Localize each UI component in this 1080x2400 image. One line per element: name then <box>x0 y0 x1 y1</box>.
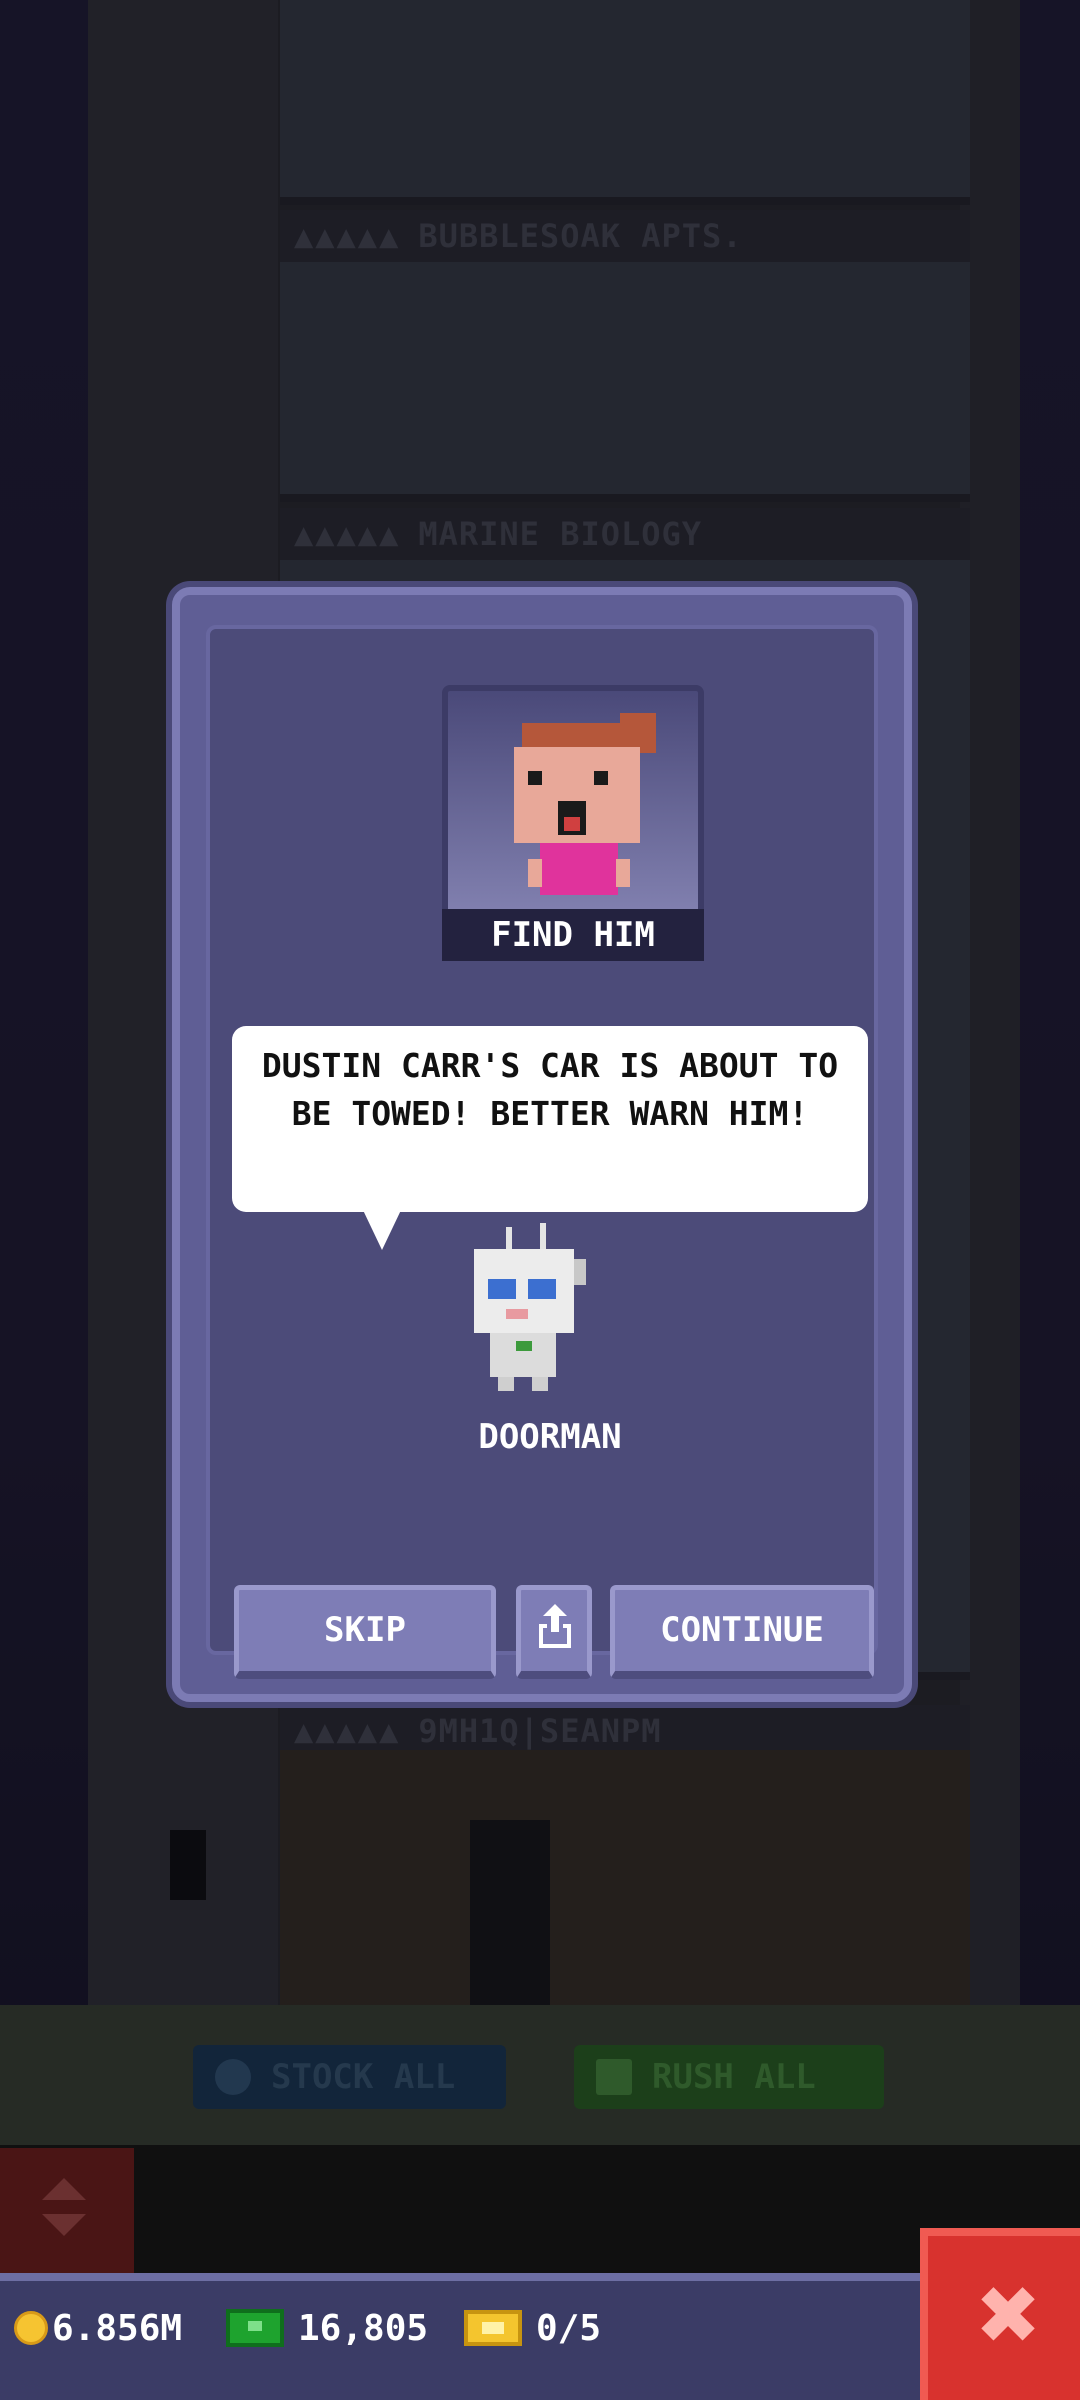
mission-dialog: FIND HIM DUSTIN CARR'S CAR IS ABOUT TO B… <box>172 587 912 1702</box>
rush-icon <box>596 2059 632 2095</box>
elevator-up-icon <box>42 2178 86 2200</box>
elevator-strip <box>0 2145 1080 2273</box>
tickets-counter: 0/5 <box>464 2303 601 2353</box>
bux-counter: 16,805 <box>226 2303 428 2353</box>
dialog-panel: FIND HIM DUSTIN CARR'S CAR IS ABOUT TO B… <box>206 625 878 1679</box>
share-icon <box>539 1604 571 1648</box>
close-button[interactable]: ✖ <box>920 2228 1080 2400</box>
rush-all-button[interactable]: RUSH ALL <box>574 2045 884 2109</box>
speech-tail <box>362 1208 402 1250</box>
game-screen: ▲▲▲▲▲ BUBBLESOAK APTS. ▲▲▲▲▲ MARINE BIOLOG… <box>0 0 1080 2400</box>
bux-icon <box>226 2309 284 2347</box>
coin-icon <box>14 2311 48 2345</box>
continue-button[interactable]: CONTINUE <box>610 1585 874 1679</box>
stock-icon <box>215 2059 251 2095</box>
close-icon: ✖ <box>974 2269 1042 2362</box>
stock-all-button[interactable]: STOCK ALL <box>193 2045 506 2109</box>
status-bar: 6.856M 16,805 0/5 <box>0 2273 1080 2400</box>
portrait-label: FIND HIM <box>442 909 704 961</box>
npc-name: DOORMAN <box>478 1417 622 1457</box>
elevator-button[interactable] <box>0 2148 134 2273</box>
coins-counter: 6.856M <box>14 2303 182 2353</box>
ticket-icon <box>464 2310 522 2346</box>
shirt <box>540 843 618 895</box>
skip-button[interactable]: SKIP <box>234 1585 496 1679</box>
action-bar: STOCK ALL RUSH ALL <box>0 2005 1080 2145</box>
speech-bubble: DUSTIN CARR'S CAR IS ABOUT TO BE TOWED! … <box>232 1026 868 1212</box>
elevator-down-icon <box>42 2214 86 2236</box>
hair <box>522 723 634 747</box>
share-button[interactable] <box>516 1585 592 1679</box>
